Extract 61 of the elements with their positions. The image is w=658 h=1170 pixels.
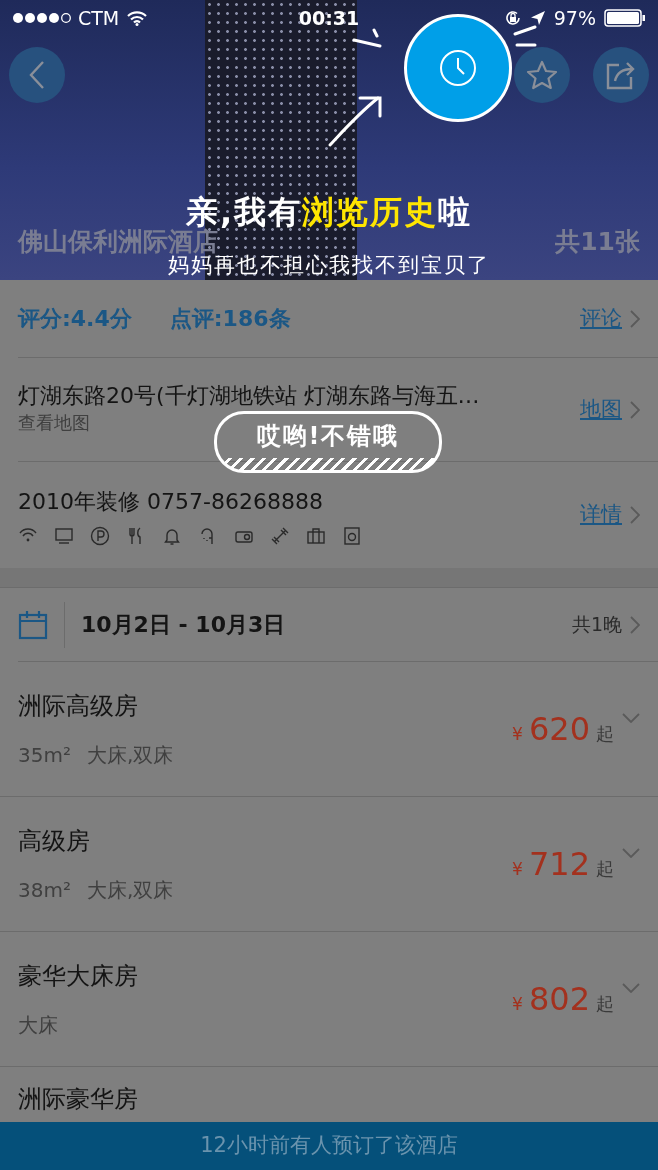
bed-type: 大床,双床 <box>86 877 174 904</box>
currency-sign: ¥ <box>512 993 523 1016</box>
chevron-right-icon <box>630 615 640 634</box>
battery-icon <box>604 9 646 27</box>
favorite-button[interactable] <box>514 47 570 103</box>
back-button[interactable] <box>9 47 65 103</box>
room-name: 洲际高级房 <box>18 691 139 722</box>
share-icon <box>605 60 637 90</box>
clock-icon <box>439 49 477 87</box>
currency-sign: ¥ <box>512 858 523 881</box>
price-suffix: 起 <box>596 992 614 1016</box>
rotation-lock-icon <box>503 9 522 27</box>
share-button[interactable] <box>593 47 649 103</box>
tutorial-subtitle: 妈妈再也不担心我找不到宝贝了 <box>168 253 491 279</box>
chevron-down-icon <box>622 982 640 993</box>
price-suffix: 起 <box>596 857 614 881</box>
photo-count: 共11张 <box>555 228 640 256</box>
star-icon <box>526 60 558 90</box>
address-text: 灯湖东路20号(千灯湖地铁站 灯湖东路与海五… <box>18 383 481 409</box>
reviews-link[interactable]: 评论 <box>580 302 622 335</box>
booking-notice: 12小时前有人预订了该酒店 <box>0 1122 658 1170</box>
room-name: 高级房 <box>18 826 91 857</box>
carrier-name: CTM <box>78 5 120 31</box>
map-link[interactable]: 地图 <box>580 393 622 426</box>
rating-score: 评分:4.4分 <box>18 305 132 333</box>
luggage-icon <box>306 525 326 546</box>
chevron-right-icon <box>630 506 640 524</box>
details-link[interactable]: 详情 <box>580 499 622 531</box>
price-suffix: 起 <box>596 722 614 746</box>
speech-bubble: 哎哟!不错哦 <box>214 411 442 473</box>
chevron-down-icon <box>622 847 640 858</box>
location-arrow-icon <box>529 10 546 26</box>
washer-icon <box>342 525 362 546</box>
bed-type: 大床,双床 <box>86 742 174 769</box>
bed-type: 大床 <box>18 1012 58 1039</box>
room-price: 620 <box>528 709 590 750</box>
parking-icon <box>90 525 110 546</box>
room-price: 802 <box>528 979 590 1020</box>
room-name: 洲际豪华房 <box>18 1084 139 1115</box>
room-name: 豪华大床房 <box>18 961 139 992</box>
wifi-icon <box>127 10 148 26</box>
dumbbell-icon <box>270 525 290 546</box>
monitor-icon <box>54 525 74 546</box>
renovation-phone: 2010年装修 0757-86268888 <box>18 487 324 516</box>
room-price: 712 <box>528 844 590 885</box>
chevron-left-icon <box>29 60 45 90</box>
sparkle-drawing <box>352 28 384 50</box>
battery-percent: 97% <box>553 5 596 31</box>
nights-link[interactable]: 共1晚 <box>571 610 622 639</box>
room-area: 35m² <box>18 740 71 770</box>
currency-sign: ¥ <box>512 723 523 746</box>
signal-icon <box>12 12 74 24</box>
room-area: 38m² <box>18 875 71 905</box>
chevron-down-icon <box>622 712 640 723</box>
chevron-right-icon <box>630 309 640 328</box>
chevron-right-icon <box>630 400 640 419</box>
date-range: 10月2日 - 10月3日 <box>81 611 286 639</box>
review-count: 点评:186条 <box>169 305 291 333</box>
clock-time: 00:31 <box>298 5 360 31</box>
map-hint: 查看地图 <box>18 412 90 433</box>
calendar-icon <box>18 609 48 640</box>
